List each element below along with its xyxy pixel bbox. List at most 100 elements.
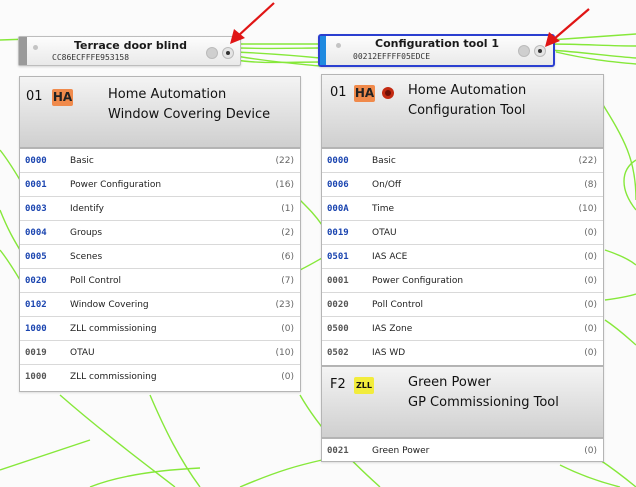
cluster-row[interactable]: 000A Time (10)	[322, 197, 603, 221]
cluster-name: IAS WD	[372, 348, 406, 358]
cluster-name: Power Configuration	[70, 180, 162, 190]
attribute-count: (10)	[578, 204, 597, 214]
cluster-name: Time	[372, 204, 395, 214]
cluster-name: Poll Control	[372, 300, 424, 310]
ha-profile-badge: HA	[52, 89, 73, 106]
node-led-icon	[33, 45, 38, 50]
cluster-row[interactable]: 0019 OTAU (10)	[20, 341, 300, 365]
cluster-row[interactable]: 0005 Scenes (6)	[20, 245, 300, 269]
link-line	[235, 51, 321, 59]
endpoint-number: 01	[26, 89, 43, 104]
cluster-id: 0006	[327, 180, 349, 190]
cluster-row[interactable]: 0006 On/Off (8)	[322, 173, 603, 197]
link-line	[89, 467, 201, 487]
cluster-row[interactable]: 1000 ZLL commissioning (0)	[20, 365, 300, 389]
cluster-row[interactable]: 1000 ZLL commissioning (0)	[20, 317, 300, 341]
link-line	[59, 394, 176, 487]
link-line	[0, 209, 21, 251]
cluster-row[interactable]: 0000 Basic (22)	[322, 149, 603, 173]
cluster-row[interactable]: 0020 Poll Control (0)	[322, 293, 603, 317]
attribute-count: (0)	[584, 348, 597, 358]
node-name: Terrace door blind	[74, 39, 187, 52]
cluster-id: 0004	[25, 228, 47, 238]
node-status-bar	[320, 36, 326, 65]
cluster-name: Green Power	[372, 446, 430, 456]
endpoint-toggle-button[interactable]	[518, 45, 530, 57]
cluster-name: Basic	[372, 156, 396, 166]
link-line	[604, 249, 636, 266]
cluster-name: Poll Control	[70, 276, 122, 286]
endpoint-card-01[interactable]: 01 HA Home Automation Configuration Tool	[321, 74, 604, 148]
node-status-bar	[19, 37, 27, 65]
cluster-name: OTAU	[372, 228, 397, 238]
cluster-id: 0021	[327, 446, 349, 456]
cluster-row[interactable]: 0019 OTAU (0)	[322, 221, 603, 245]
link-line	[299, 257, 323, 271]
link-line	[604, 319, 636, 346]
cluster-id: 000A	[327, 204, 349, 214]
cluster-name: Power Configuration	[372, 276, 464, 286]
cluster-row[interactable]: 0501 IAS ACE (0)	[322, 245, 603, 269]
device-type: Window Covering Device	[108, 107, 271, 122]
profile-name: Home Automation	[108, 87, 227, 102]
attribute-count: (22)	[578, 156, 597, 166]
attribute-count: (23)	[275, 300, 294, 310]
cluster-row[interactable]: 0102 Window Covering (23)	[20, 293, 300, 317]
cluster-name: On/Off	[372, 180, 402, 190]
attribute-count: (1)	[281, 204, 294, 214]
endpoint-card-01[interactable]: 01 HA Home Automation Window Covering De…	[19, 76, 301, 148]
cluster-name: ZLL commissioning	[70, 372, 157, 382]
endpoint-card-f2[interactable]: F2 ZLL Green Power GP Commissioning Tool	[321, 366, 604, 438]
device-type: GP Commissioning Tool	[408, 395, 559, 410]
attribute-count: (0)	[584, 324, 597, 334]
attribute-count: (0)	[584, 252, 597, 262]
cluster-row[interactable]: 0502 IAS WD (0)	[322, 341, 603, 365]
cluster-id: 0001	[25, 180, 47, 190]
cluster-row[interactable]: 0001 Power Configuration (0)	[322, 269, 603, 293]
link-line	[623, 159, 636, 211]
attribute-count: (0)	[281, 372, 294, 382]
attribute-count: (7)	[281, 276, 294, 286]
attribute-count: (22)	[275, 156, 294, 166]
attribute-count: (0)	[584, 276, 597, 286]
endpoint-number: F2	[330, 377, 346, 392]
cluster-row[interactable]: 0500 IAS Zone (0)	[322, 317, 603, 341]
cluster-name: OTAU	[70, 348, 95, 358]
cluster-list: 0000 Basic (22) 0006 On/Off (8) 000A Time (10) 00…	[321, 148, 604, 366]
attribute-count: (10)	[275, 348, 294, 358]
cluster-row[interactable]: 0001 Power Configuration (16)	[20, 173, 300, 197]
link-line	[299, 199, 323, 226]
attribute-count: (16)	[275, 180, 294, 190]
annotation-arrow-icon	[230, 2, 275, 44]
zll-profile-badge: ZLL	[354, 377, 374, 394]
attribute-count: (0)	[584, 446, 597, 456]
cluster-row[interactable]: 0003 Identify (1)	[20, 197, 300, 221]
cluster-name: IAS Zone	[372, 324, 413, 334]
node-mac-address: 00212EFFFF05EDCE	[353, 52, 431, 61]
cluster-name: Scenes	[70, 252, 103, 262]
node-header-configuration-tool[interactable]: Configuration tool 1 00212EFFFF05EDCE	[318, 34, 555, 67]
cluster-id: 0019	[327, 228, 349, 238]
cluster-list: 0000 Basic (22) 0001 Power Configuration (16)…	[19, 148, 301, 392]
node-mac-address: CC86ECFFFE953158	[52, 53, 130, 62]
attribute-count: (2)	[281, 228, 294, 238]
cluster-row[interactable]: 0000 Basic (22)	[20, 149, 300, 173]
device-profile-title: Home Automation Window Covering Device	[108, 85, 270, 125]
node-header-terrace-door-blind[interactable]: Terrace door blind CC86ECFFFE953158	[18, 36, 241, 66]
attribute-count: (6)	[281, 252, 294, 262]
link-line	[0, 439, 91, 471]
cluster-id: 0020	[327, 300, 349, 310]
link-line	[0, 149, 21, 181]
cluster-row[interactable]: 0020 Poll Control (7)	[20, 269, 300, 293]
ha-profile-badge: HA	[354, 85, 375, 102]
endpoint-toggle-button[interactable]	[206, 47, 218, 59]
cluster-row[interactable]: 0004 Groups (2)	[20, 221, 300, 245]
cluster-id: 1000	[25, 324, 47, 334]
cluster-id: 0501	[327, 252, 349, 262]
cluster-id: 0003	[25, 204, 47, 214]
annotation-arrow-icon	[545, 8, 590, 47]
device-profile-title: Green Power GP Commissioning Tool	[408, 373, 559, 413]
link-line	[604, 293, 636, 301]
cluster-row[interactable]: 0021 Green Power (0)	[322, 439, 603, 463]
cluster-name: IAS ACE	[372, 252, 408, 262]
